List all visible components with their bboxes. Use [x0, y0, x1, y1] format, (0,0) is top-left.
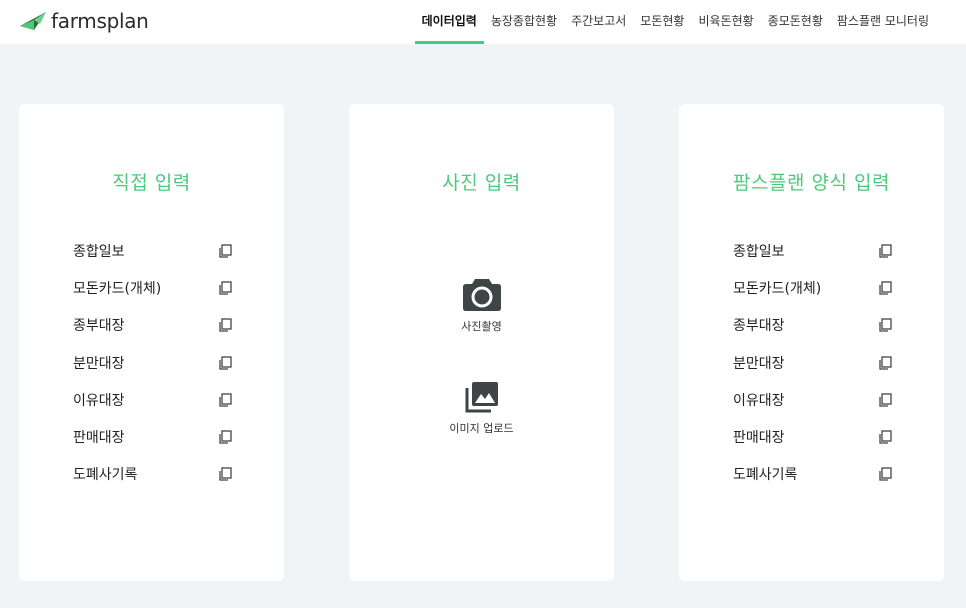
copy-icon[interactable]: [217, 317, 233, 333]
image-upload-button[interactable]: 이미지 업로드: [349, 380, 614, 436]
copy-icon[interactable]: [877, 429, 893, 445]
take-photo-button[interactable]: 사진촬영: [349, 276, 614, 334]
list-item-label: 도폐사기록: [73, 467, 138, 484]
copy-icon[interactable]: [217, 392, 233, 408]
list-item[interactable]: 모돈카드(개체): [733, 269, 893, 306]
list-item-label: 모돈카드(개체): [733, 280, 822, 297]
main-nav: 데이터입력 농장종합현황 주간보고서 모돈현황 비육돈현황 종모돈현황 팜스플랜…: [414, 0, 936, 44]
copy-icon[interactable]: [877, 392, 893, 408]
list-item[interactable]: 이유대장: [733, 381, 893, 418]
list-item[interactable]: 종합일보: [73, 232, 233, 269]
photo-input-card: 사진 입력 사진촬영 이미지 업로드: [349, 104, 614, 581]
list-item-label: 분만대장: [733, 355, 785, 372]
list-item-label: 모돈카드(개체): [73, 280, 162, 297]
direct-input-card: 직접 입력 종합일보 모돈카드(개체) 종부대장 분만대장 이유대장 판매대장 …: [19, 104, 284, 581]
brand-name: farmsplan: [51, 9, 149, 33]
take-photo-label: 사진촬영: [461, 320, 502, 333]
list-item[interactable]: 종부대장: [733, 307, 893, 344]
list-item[interactable]: 도폐사기록: [73, 456, 233, 493]
leaf-logo-icon: [20, 12, 46, 30]
list-item[interactable]: 이유대장: [73, 381, 233, 418]
copy-icon[interactable]: [217, 429, 233, 445]
list-item-label: 종합일보: [73, 243, 125, 260]
list-item-label: 판매대장: [733, 430, 785, 447]
form-input-title: 팜스플랜 양식 입력: [733, 172, 890, 194]
copy-icon[interactable]: [877, 355, 893, 371]
list-item[interactable]: 모돈카드(개체): [73, 269, 233, 306]
copy-icon[interactable]: [877, 466, 893, 482]
list-item[interactable]: 분만대장: [733, 344, 893, 381]
list-item-label: 이유대장: [73, 392, 125, 409]
nav-item-boar-status[interactable]: 종모돈현황: [761, 0, 830, 44]
copy-icon[interactable]: [217, 355, 233, 371]
camera-icon: [462, 279, 501, 311]
copy-icon[interactable]: [877, 243, 893, 259]
nav-item-monitoring[interactable]: 팜스플랜 모니터링: [830, 0, 936, 44]
copy-icon[interactable]: [217, 243, 233, 259]
form-input-card: 팜스플랜 양식 입력 종합일보 모돈카드(개체) 종부대장 분만대장 이유대장 …: [679, 104, 944, 581]
nav-item-sow-status[interactable]: 모돈현황: [633, 0, 691, 44]
direct-input-list: 종합일보 모돈카드(개체) 종부대장 분만대장 이유대장 판매대장 도폐사기록: [73, 232, 233, 493]
image-upload-icon: [465, 382, 498, 413]
nav-item-data-input[interactable]: 데이터입력: [414, 0, 485, 44]
form-input-list: 종합일보 모돈카드(개체) 종부대장 분만대장 이유대장 판매대장 도폐사기록: [733, 232, 893, 493]
copy-icon[interactable]: [877, 317, 893, 333]
list-item[interactable]: 도폐사기록: [733, 456, 893, 493]
list-item[interactable]: 판매대장: [733, 418, 893, 455]
list-item-label: 종합일보: [733, 243, 785, 260]
direct-input-title: 직접 입력: [112, 172, 191, 194]
list-item-label: 분만대장: [73, 355, 125, 372]
image-upload-label: 이미지 업로드: [449, 422, 514, 435]
copy-icon[interactable]: [217, 280, 233, 296]
list-item-label: 이유대장: [733, 392, 785, 409]
photo-input-title: 사진 입력: [442, 172, 521, 194]
list-item-label: 종부대장: [73, 318, 125, 335]
list-item[interactable]: 판매대장: [73, 418, 233, 455]
list-item-label: 종부대장: [733, 318, 785, 335]
nav-item-weekly-report[interactable]: 주간보고서: [564, 0, 633, 44]
copy-icon[interactable]: [217, 466, 233, 482]
list-item[interactable]: 종부대장: [73, 307, 233, 344]
list-item[interactable]: 종합일보: [733, 232, 893, 269]
nav-item-farm-summary[interactable]: 농장종합현황: [484, 0, 564, 44]
brand-logo[interactable]: farmsplan: [18, 8, 149, 34]
list-item-label: 판매대장: [73, 430, 125, 447]
list-item[interactable]: 분만대장: [73, 344, 233, 381]
copy-icon[interactable]: [877, 280, 893, 296]
top-header: farmsplan 데이터입력 농장종합현황 주간보고서 모돈현황 비육돈현황 …: [0, 0, 966, 44]
nav-item-finishing-status[interactable]: 비육돈현황: [691, 0, 760, 44]
list-item-label: 도폐사기록: [733, 467, 798, 484]
